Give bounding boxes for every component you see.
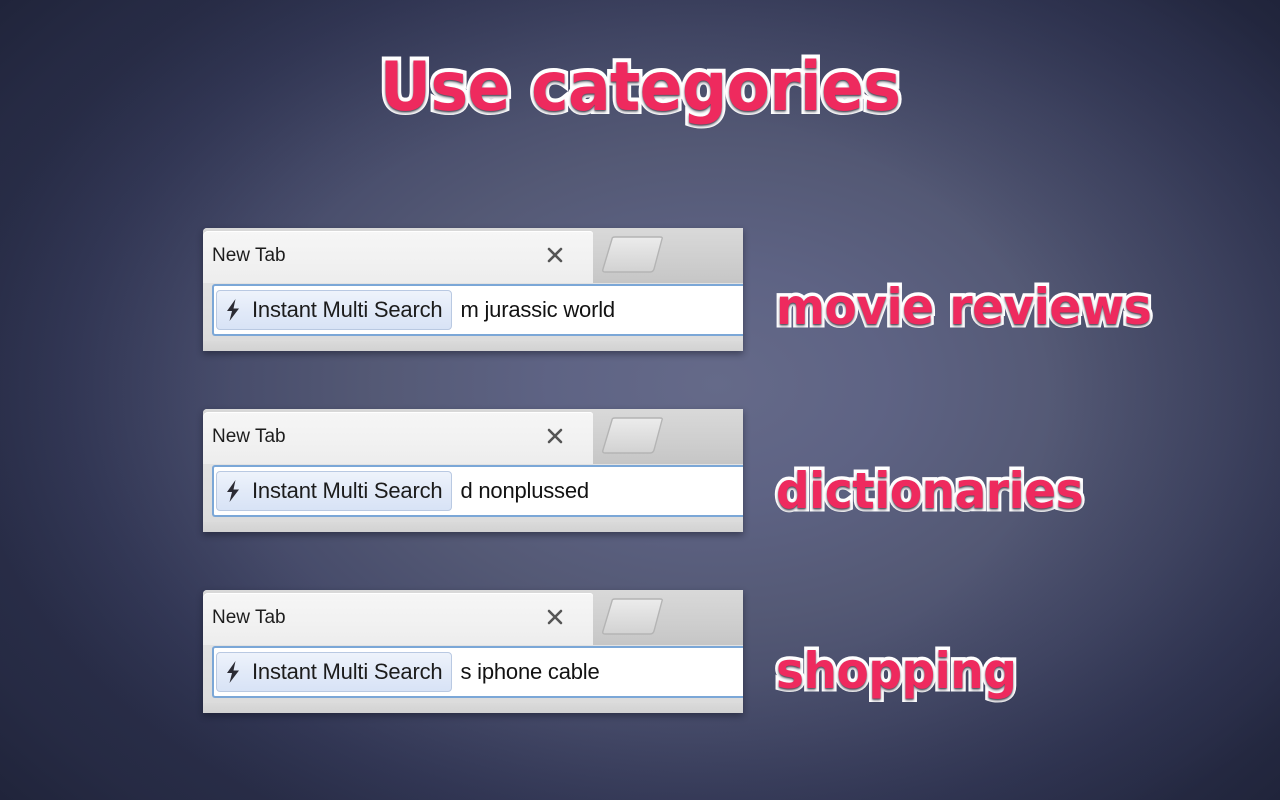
- lightning-bolt-icon: [224, 660, 242, 684]
- close-icon[interactable]: [544, 244, 566, 266]
- tab-title: New Tab: [212, 607, 286, 628]
- browser-tab[interactable]: New Tab: [203, 412, 593, 464]
- annotation-label: shopping: [773, 642, 1021, 700]
- browser-window-mock: New Tab: [203, 409, 743, 532]
- new-tab-button-icon[interactable]: [598, 598, 674, 638]
- omnibox-query-text: d nonplussed: [460, 478, 589, 503]
- omnibox[interactable]: Instant Multi Search d nonplussed: [212, 465, 743, 517]
- omnibox[interactable]: Instant Multi Search s iphone cable: [212, 646, 743, 698]
- lightning-bolt-icon: [224, 298, 242, 322]
- annotation-label: movie reviews: [773, 278, 1155, 336]
- tab-title: New Tab: [212, 245, 286, 266]
- omnibox-query-text: m jurassic world: [460, 297, 615, 322]
- annotation-label: dictionaries: [773, 462, 1087, 520]
- tab-strip: New Tab: [203, 409, 743, 464]
- keyword-chip-label: Instant Multi Search: [252, 297, 443, 322]
- page-title: Use categories: [376, 48, 905, 127]
- browser-window-mock: New Tab: [203, 590, 743, 713]
- close-icon[interactable]: [544, 606, 566, 628]
- tab-strip: New Tab: [203, 228, 743, 283]
- browser-toolbar: Instant Multi Search d nonplussed: [203, 464, 743, 522]
- close-icon[interactable]: [544, 425, 566, 447]
- window-footer: [203, 522, 743, 532]
- tab-strip: New Tab: [203, 590, 743, 645]
- new-tab-button-icon[interactable]: [598, 417, 674, 457]
- window-footer: [203, 703, 743, 713]
- keyword-chip-label: Instant Multi Search: [252, 478, 443, 503]
- keyword-chip-label: Instant Multi Search: [252, 659, 443, 684]
- search-keyword-chip[interactable]: Instant Multi Search: [216, 652, 453, 692]
- browser-toolbar: Instant Multi Search s iphone cable: [203, 645, 743, 703]
- omnibox-query-text: s iphone cable: [460, 659, 600, 684]
- lightning-bolt-icon: [224, 479, 242, 503]
- new-tab-button-icon[interactable]: [598, 236, 674, 276]
- browser-tab[interactable]: New Tab: [203, 231, 593, 283]
- browser-tab[interactable]: New Tab: [203, 593, 593, 645]
- browser-window-mock: New Tab: [203, 228, 743, 351]
- omnibox[interactable]: Instant Multi Search m jurassic world: [212, 284, 743, 336]
- search-keyword-chip[interactable]: Instant Multi Search: [216, 471, 453, 511]
- browser-toolbar: Instant Multi Search m jurassic world: [203, 283, 743, 341]
- window-footer: [203, 341, 743, 351]
- tab-title: New Tab: [212, 426, 286, 447]
- search-keyword-chip[interactable]: Instant Multi Search: [216, 290, 453, 330]
